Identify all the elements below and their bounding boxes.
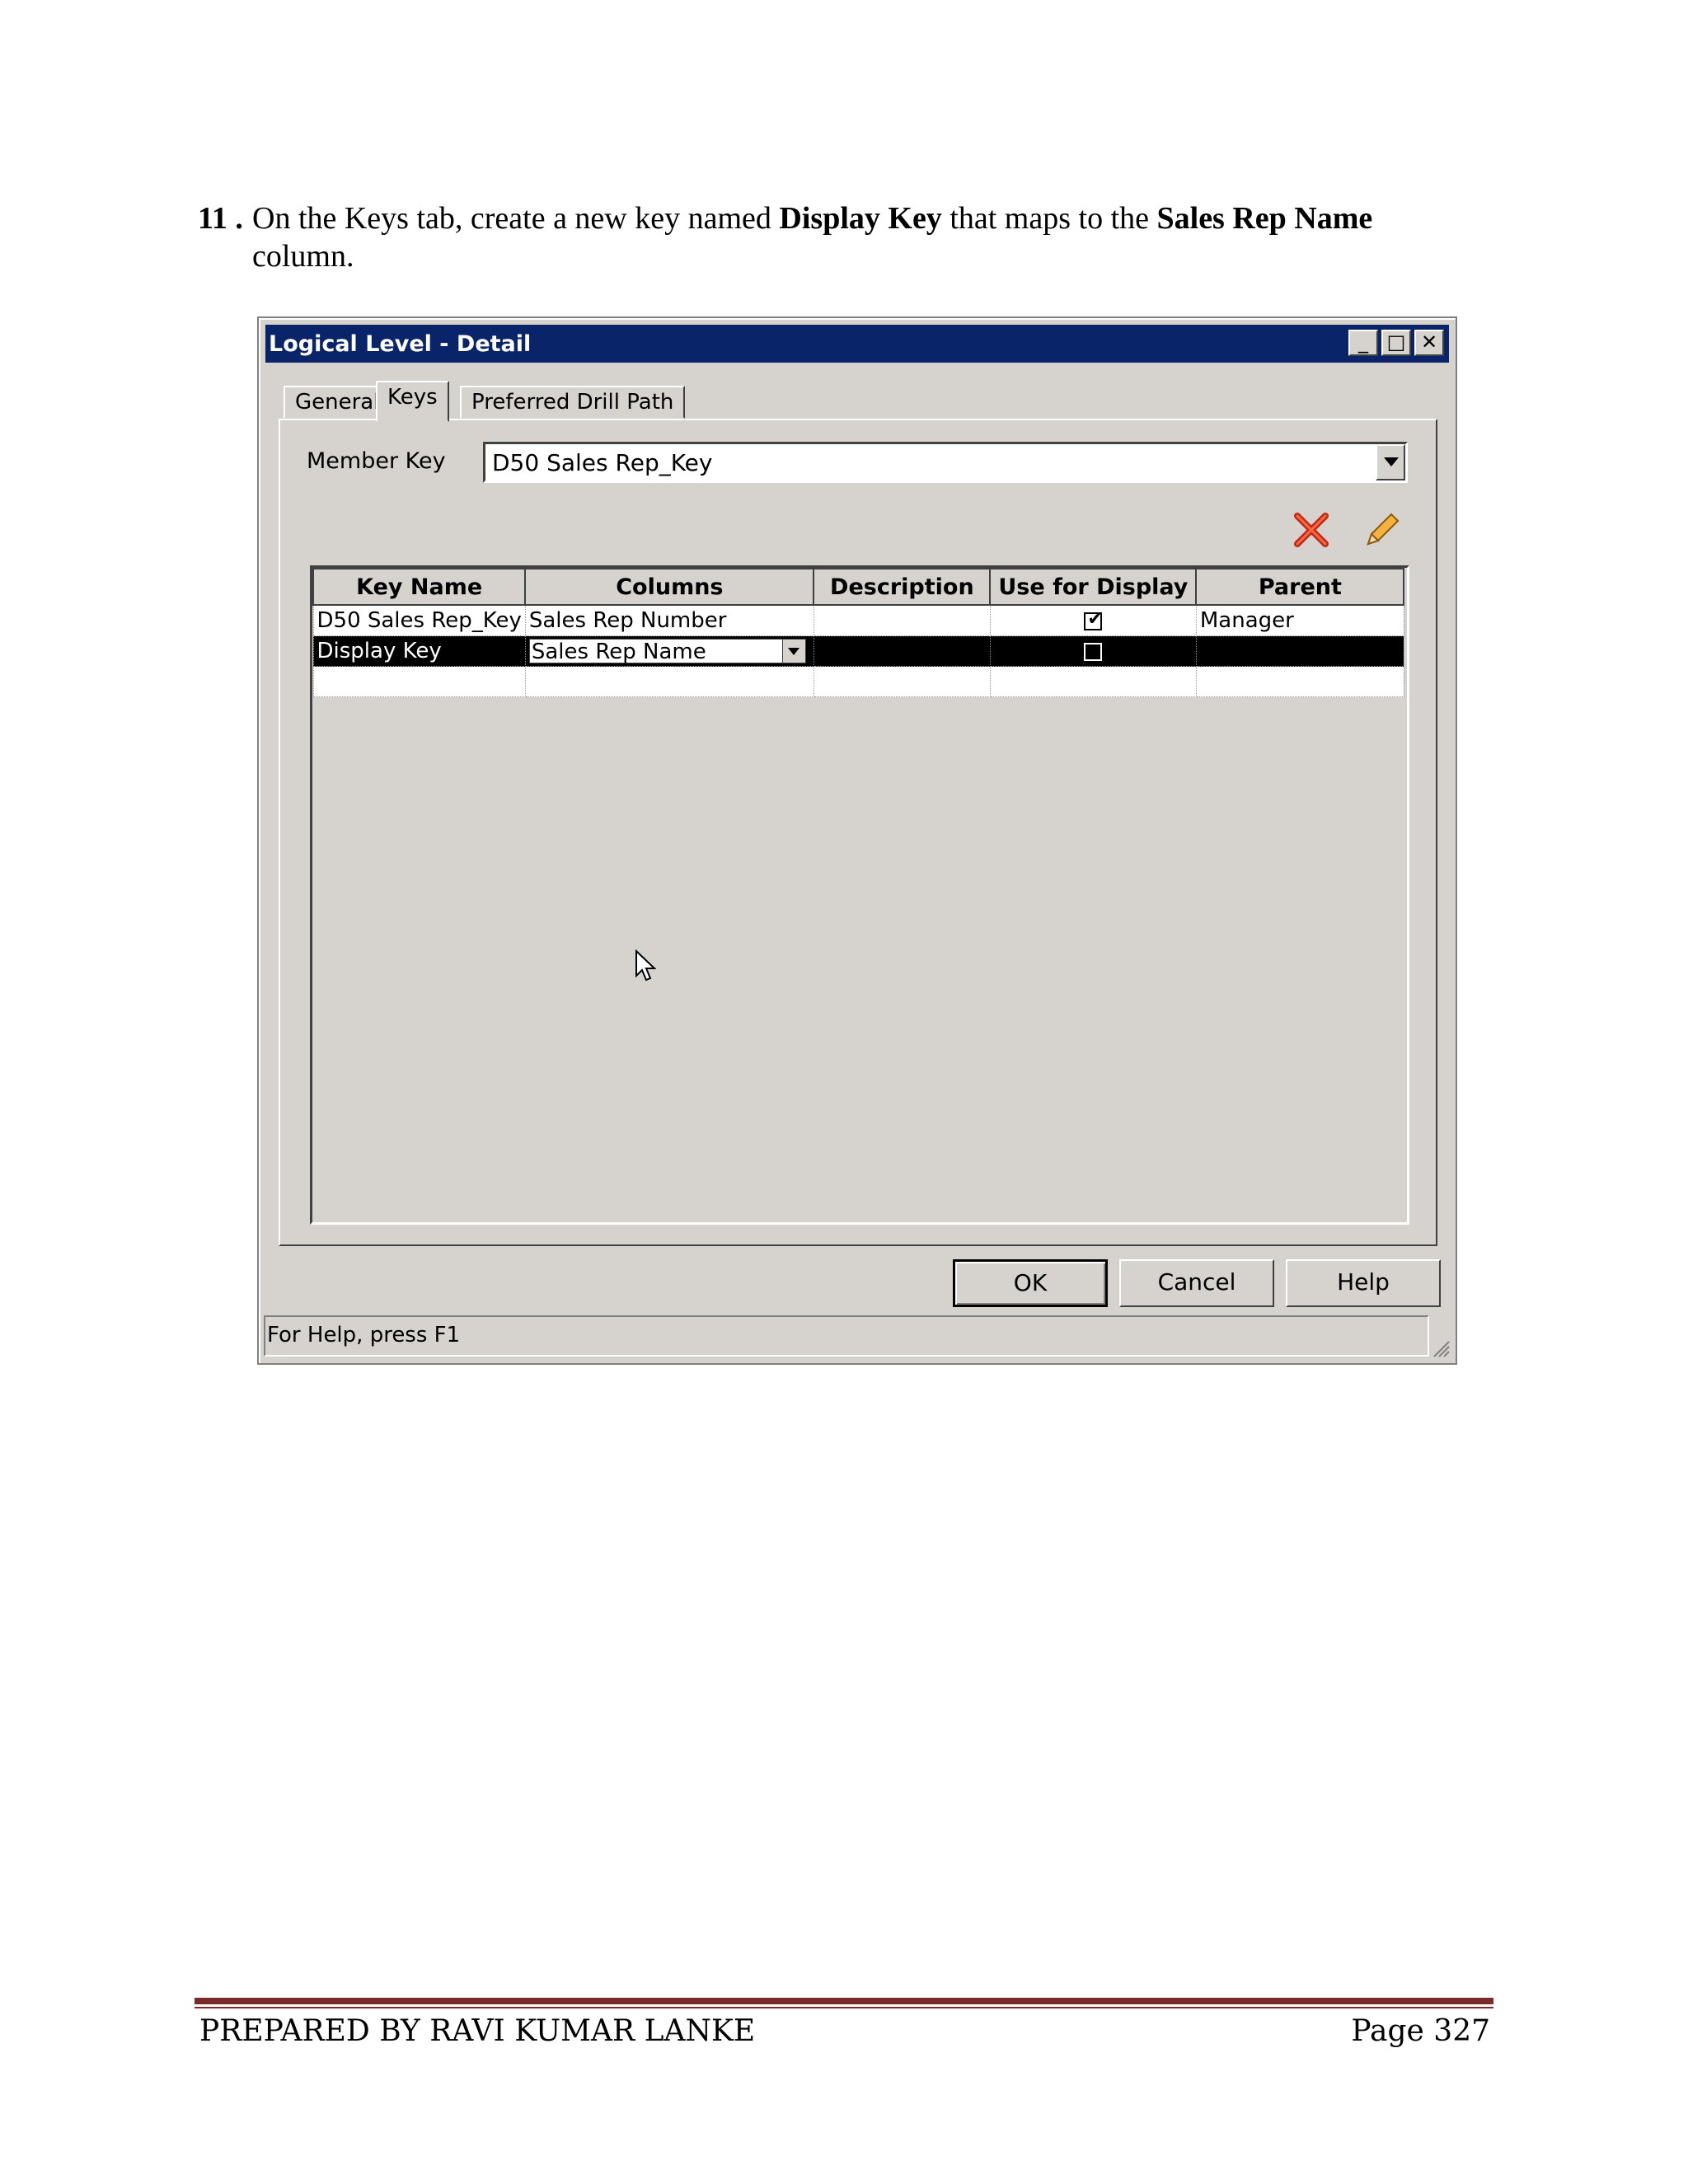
col-use-for-display[interactable]: Use for Display bbox=[989, 568, 1198, 606]
title-bar: Logical Level - Detail _ □ ✕ bbox=[265, 325, 1449, 363]
col-description[interactable]: Description bbox=[813, 568, 992, 606]
empty-cell[interactable] bbox=[813, 666, 991, 697]
close-button[interactable]: ✕ bbox=[1414, 330, 1444, 356]
columns-select[interactable]: Sales Rep Name bbox=[528, 639, 806, 665]
columns-select-value: Sales Rep Name bbox=[531, 640, 706, 665]
use-for-display-checkbox[interactable]: ✔ bbox=[1084, 608, 1103, 630]
tab-preferred-drill-path[interactable]: Preferred Drill Path bbox=[460, 386, 686, 419]
minimize-button[interactable]: _ bbox=[1348, 330, 1378, 356]
use-for-display-checkbox[interactable] bbox=[1084, 642, 1103, 661]
check-icon: ✔ bbox=[1087, 608, 1103, 630]
chevron-down-icon[interactable] bbox=[1376, 444, 1405, 480]
dialog-title: Logical Level - Detail bbox=[269, 331, 532, 357]
delete-icon[interactable] bbox=[1291, 509, 1332, 551]
parent-cell[interactable]: Manager bbox=[1195, 604, 1404, 636]
step-text: On the Keys tab, create a new key named … bbox=[252, 201, 1373, 274]
parent-cell[interactable] bbox=[1195, 635, 1404, 667]
description-cell[interactable] bbox=[813, 604, 991, 636]
col-columns[interactable]: Columns bbox=[524, 568, 815, 606]
header-row: Key Name Columns Description Use for Dis… bbox=[312, 568, 1405, 606]
member-key-select[interactable]: D50 Sales Rep_Key bbox=[483, 442, 1408, 483]
key-name-cell[interactable]: D50 Sales Rep_Key bbox=[312, 604, 526, 636]
edit-icon[interactable] bbox=[1360, 509, 1401, 551]
col-key-name[interactable]: Key Name bbox=[312, 568, 527, 606]
table-row[interactable]: D50 Sales Rep_Key Sales Rep Number ✔ Man… bbox=[312, 604, 1404, 636]
table-row-selected[interactable]: Display Key Sales Rep Name bbox=[312, 635, 1404, 667]
ok-button[interactable]: OK bbox=[953, 1259, 1108, 1307]
resize-grip-icon[interactable] bbox=[1429, 1337, 1451, 1358]
footer-author: PREPARED BY RAVI KUMAR LANKE bbox=[199, 2014, 756, 2048]
step-number: 11 . bbox=[198, 201, 243, 236]
col-parent[interactable]: Parent bbox=[1195, 568, 1405, 606]
use-for-display-cell: ✔ bbox=[989, 604, 1197, 636]
status-bar: For Help, press F1 bbox=[264, 1315, 1429, 1357]
keys-table: Key Name Columns Description Use for Dis… bbox=[312, 568, 1405, 697]
empty-cell[interactable] bbox=[1195, 666, 1404, 697]
empty-cell[interactable] bbox=[524, 666, 814, 697]
new-row[interactable] bbox=[312, 666, 1404, 697]
member-key-value: D50 Sales Rep_Key bbox=[492, 449, 713, 476]
keys-grid: Key Name Columns Description Use for Dis… bbox=[310, 565, 1409, 1225]
logical-level-dialog: Logical Level - Detail _ □ ✕ General Key… bbox=[257, 316, 1457, 1365]
columns-cell[interactable]: Sales Rep Number bbox=[524, 604, 814, 636]
empty-cell[interactable] bbox=[312, 666, 526, 697]
columns-cell: Sales Rep Name bbox=[524, 635, 814, 667]
description-cell[interactable] bbox=[813, 635, 991, 667]
mouse-pointer-icon bbox=[635, 949, 656, 982]
footer-rule bbox=[195, 1998, 1493, 2004]
page-number: Page 327 bbox=[1351, 2014, 1490, 2048]
use-for-display-cell bbox=[989, 635, 1197, 667]
key-name-cell[interactable]: Display Key bbox=[312, 635, 526, 667]
footer-rule-thin bbox=[195, 2007, 1493, 2008]
help-button[interactable]: Help bbox=[1286, 1259, 1441, 1307]
empty-cell[interactable] bbox=[989, 666, 1197, 697]
maximize-button[interactable]: □ bbox=[1381, 330, 1411, 356]
member-key-label: Member Key bbox=[307, 448, 446, 474]
tab-keys[interactable]: Keys bbox=[376, 381, 449, 422]
cancel-button[interactable]: Cancel bbox=[1119, 1259, 1274, 1307]
chevron-down-icon[interactable] bbox=[781, 640, 805, 663]
tab-general[interactable]: General bbox=[284, 386, 392, 419]
